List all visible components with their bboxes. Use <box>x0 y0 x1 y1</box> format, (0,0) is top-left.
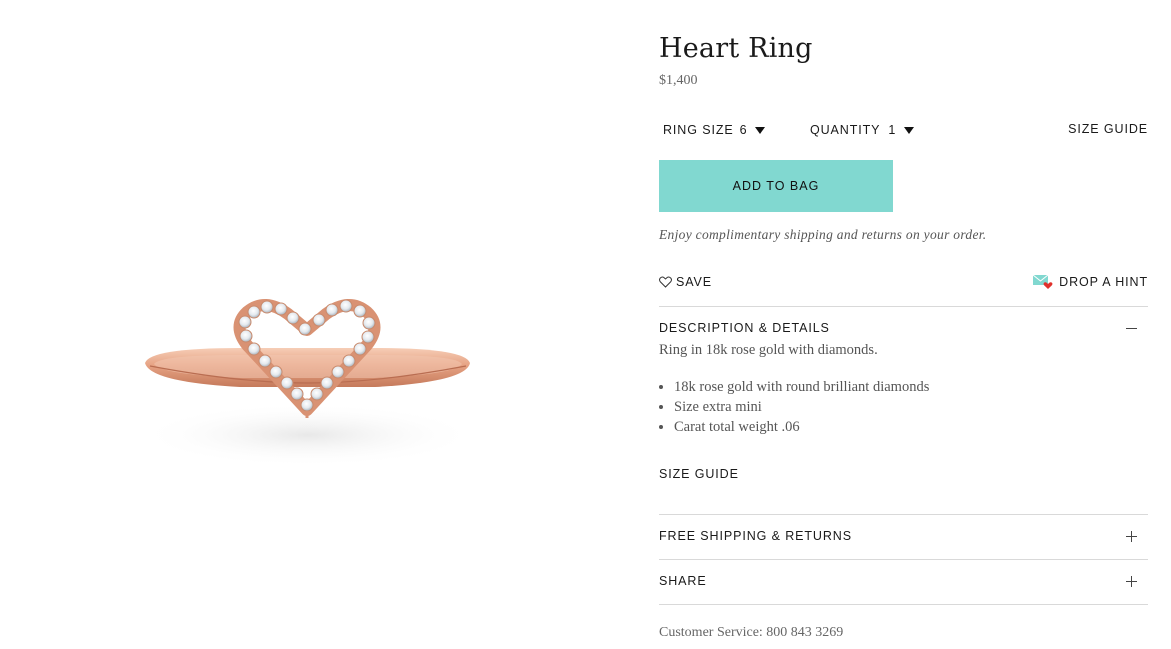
description-heading: DESCRIPTION & DETAILS <box>659 321 830 335</box>
list-item: Size extra mini <box>674 397 929 417</box>
size-guide-link-details[interactable]: SIZE GUIDE <box>659 467 739 481</box>
save-label: SAVE <box>676 275 713 289</box>
divider <box>659 559 1148 560</box>
ring-size-value: 6 <box>739 123 748 137</box>
quantity-label: QUANTITY <box>810 123 881 137</box>
divider <box>659 604 1148 605</box>
size-guide-link[interactable]: SIZE GUIDE <box>1068 120 1148 138</box>
minus-icon <box>1126 322 1138 334</box>
shipping-note: Enjoy complimentary shipping and returns… <box>659 227 987 242</box>
quantity-select[interactable]: QUANTITY 1 <box>810 120 915 140</box>
divider <box>659 306 1148 307</box>
plus-icon <box>1126 530 1138 542</box>
product-title: Heart Ring <box>659 33 813 64</box>
ring-size-select[interactable]: RING SIZE 6 <box>663 120 766 140</box>
divider <box>659 514 1148 515</box>
share-heading: SHARE <box>659 574 707 588</box>
quantity-value: 1 <box>888 123 897 137</box>
description-details-toggle[interactable]: DESCRIPTION & DETAILS <box>659 321 1148 335</box>
customer-service: Customer Service: 800 843 3269 <box>659 625 844 640</box>
description-text: Ring in 18k rose gold with diamonds. <box>659 342 878 358</box>
ring-size-label: RING SIZE <box>663 123 734 137</box>
drop-a-hint-button[interactable]: DROP A HINT <box>1033 275 1148 289</box>
product-image[interactable] <box>120 270 500 480</box>
add-to-bag-button[interactable]: ADD TO BAG <box>659 160 893 212</box>
share-toggle[interactable]: SHARE <box>659 574 1148 588</box>
product-image-pane <box>0 0 620 649</box>
list-item: Carat total weight .06 <box>674 417 929 437</box>
product-details-panel: Heart Ring $1,400 RING SIZE 6 QUANTITY 1… <box>659 0 1148 649</box>
free-shipping-returns-toggle[interactable]: FREE SHIPPING & RETURNS <box>659 529 1148 543</box>
heart-outline-icon <box>659 276 672 288</box>
product-price: $1,400 <box>659 73 698 88</box>
description-bullets: 18k rose gold with round brilliant diamo… <box>674 377 929 437</box>
drop-a-hint-label: DROP A HINT <box>1059 275 1148 289</box>
save-button[interactable]: SAVE <box>659 275 712 289</box>
plus-icon <box>1126 575 1138 587</box>
caret-down-icon <box>904 126 915 134</box>
shipping-heading: FREE SHIPPING & RETURNS <box>659 529 852 543</box>
caret-down-icon <box>755 126 766 134</box>
envelope-heart-icon <box>1033 275 1053 289</box>
list-item: 18k rose gold with round brilliant diamo… <box>674 377 929 397</box>
